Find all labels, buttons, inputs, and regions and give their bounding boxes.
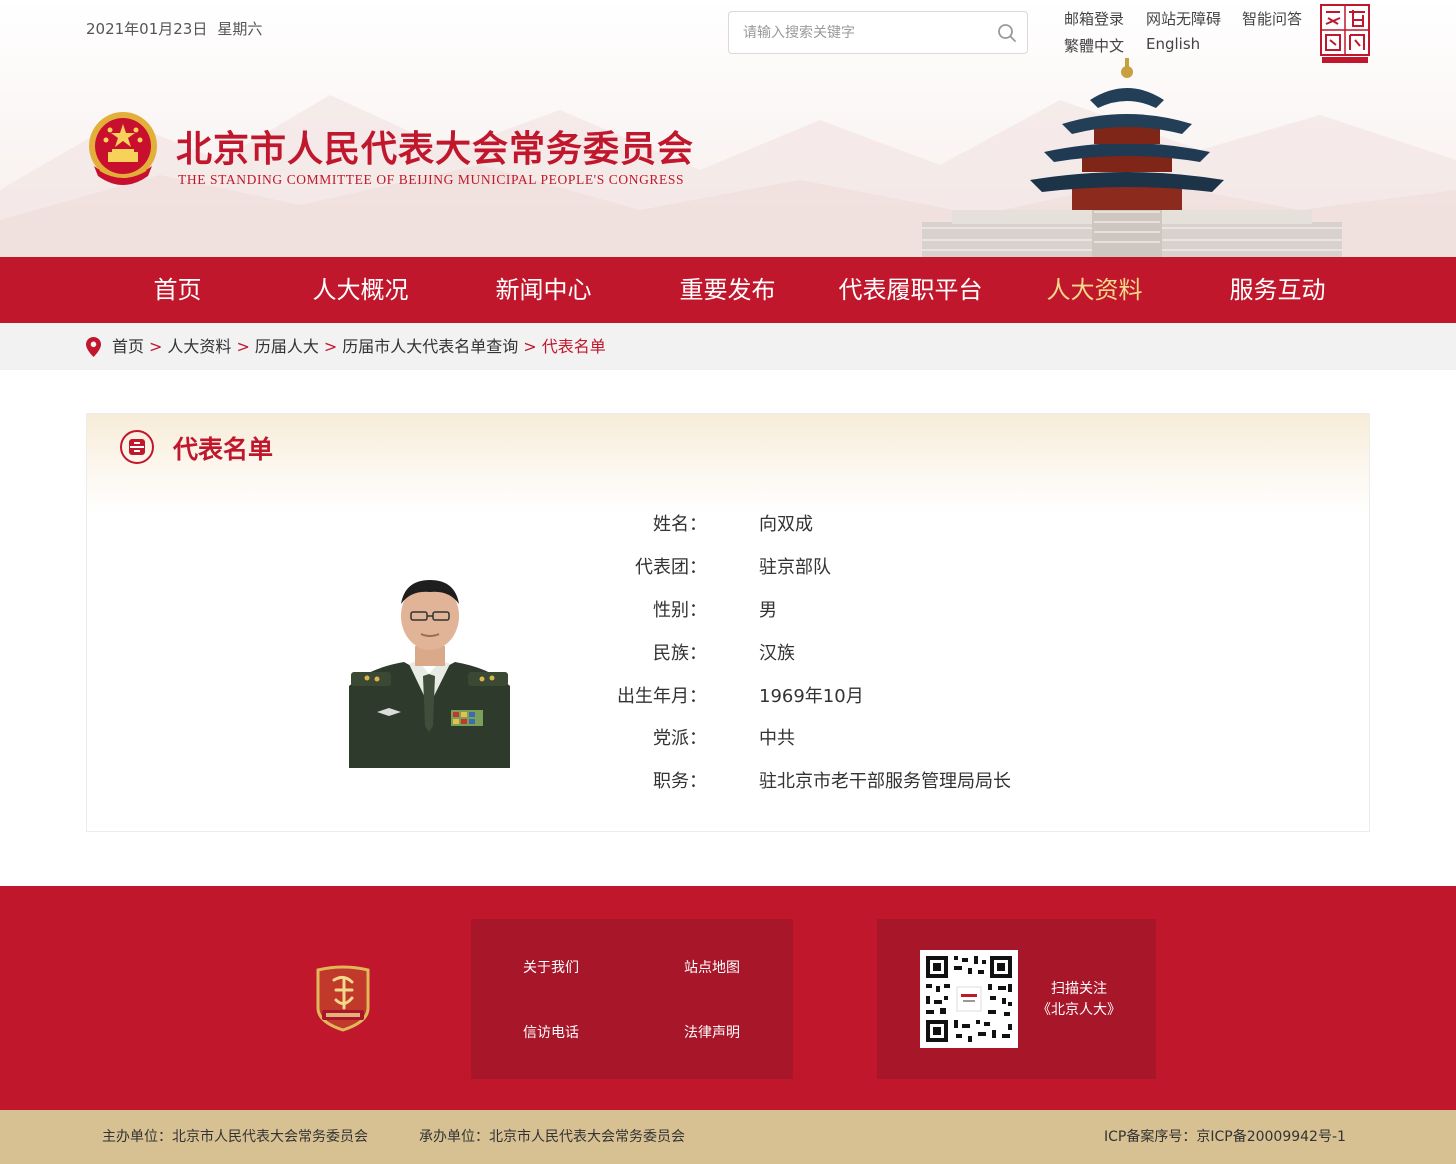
icp-text: ICP备案序号：京ICP备20009942号-1 <box>1104 1129 1346 1145</box>
field-label-delegation: 代表团： <box>635 557 707 578</box>
breadcrumb-deputy-query[interactable]: 历届市人大代表名单查询 <box>342 337 518 356</box>
smart-qa-link[interactable]: 智能问答 <box>1242 8 1302 29</box>
field-value-gender: 男 <box>759 600 777 621</box>
breadcrumb-materials[interactable]: 人大资料 <box>167 337 231 356</box>
sponsor-text: 主办单位：北京市人民代表大会常务委员会 <box>102 1129 368 1145</box>
site-map-link[interactable]: 站点地图 <box>652 957 772 977</box>
accessibility-link[interactable]: 网站无障碍 <box>1146 8 1221 29</box>
site-title: 北京市人民代表大会常务委员会 <box>176 129 695 170</box>
card-header: 代表名单 <box>87 414 1369 514</box>
field-value-birth: 1969年10月 <box>759 686 864 707</box>
nav-item-releases[interactable]: 重要发布 <box>636 257 819 323</box>
nav-item-materials[interactable]: 人大资料 <box>1003 257 1186 323</box>
breadcrumb: 首页 > 人大资料 > 历届人大 > 历届市人大代表名单查询 > 代表名单 <box>0 323 1456 370</box>
field-value-delegation: 驻京部队 <box>759 557 831 578</box>
organizer-text: 承办单位：北京市人民代表大会常务委员会 <box>419 1129 685 1145</box>
qr-code-image <box>920 950 1018 1048</box>
breadcrumb-separator: > <box>236 337 250 356</box>
english-link[interactable]: English <box>1146 35 1200 53</box>
breadcrumb-separator: > <box>149 337 163 356</box>
site-header: 2021年01月23日星期六 邮箱登录 网站无障碍 智能问答 繁體中文 Engl… <box>0 0 1456 257</box>
party-government-logo[interactable] <box>314 964 372 1032</box>
breadcrumb-current: 代表名单 <box>541 337 606 356</box>
deputy-photo <box>349 576 510 768</box>
nav-item-news[interactable]: 新闻中心 <box>452 257 635 323</box>
field-value-ethnicity: 汉族 <box>759 643 795 664</box>
search-icon[interactable] <box>997 23 1017 43</box>
nav-item-overview[interactable]: 人大概况 <box>269 257 452 323</box>
field-value-name: 向双成 <box>759 514 813 535</box>
field-label-position: 职务： <box>653 771 707 792</box>
search-input[interactable] <box>743 12 993 53</box>
search-box <box>728 11 1028 54</box>
breadcrumb-separator: > <box>323 337 338 356</box>
qr-caption-line1: 扫描关注 <box>1051 981 1107 997</box>
deputy-card: 代表名单 姓名： 向双成 代表团： 驻京部队 性别： 男 民族： 汉族 出生年月… <box>86 413 1370 832</box>
field-label-ethnicity: 民族： <box>653 643 707 664</box>
copyright-bar: 主办单位：北京市人民代表大会常务委员会 承办单位：北京市人民代表大会常务委员会 … <box>0 1110 1456 1164</box>
mail-login-link[interactable]: 邮箱登录 <box>1064 8 1124 29</box>
about-us-link[interactable]: 关于我们 <box>491 957 611 977</box>
qr-caption-line2: 《北京人大》 <box>1037 1002 1121 1018</box>
site-subtitle: THE STANDING COMMITTEE OF BEIJING MUNICI… <box>178 172 685 187</box>
qr-caption: 扫描关注 《北京人大》 <box>1027 979 1131 1021</box>
nav-item-deputies[interactable]: 代表履职平台 <box>819 257 1002 323</box>
breadcrumb-past-congresses[interactable]: 历届人大 <box>255 337 319 356</box>
breadcrumb-home[interactable]: 首页 <box>112 337 144 356</box>
field-label-name: 姓名： <box>653 514 707 535</box>
date-text: 2021年01月23日 <box>86 20 208 38</box>
breadcrumb-trail: 首页 > 人大资料 > 历届人大 > 历届市人大代表名单查询 > 代表名单 <box>112 323 606 370</box>
main-nav: 首页 人大概况 新闻中心 重要发布 代表履职平台 人大资料 服务互动 <box>0 257 1456 323</box>
field-value-position: 驻北京市老干部服务管理局局长 <box>759 771 1011 792</box>
field-label-birth: 出生年月： <box>617 686 707 707</box>
field-label-gender: 性别： <box>653 600 707 621</box>
list-card-icon <box>120 430 154 464</box>
current-date: 2021年01月23日 星期六 <box>86 18 262 39</box>
national-emblem-icon <box>89 112 157 185</box>
qr-follow-box: 扫描关注 《北京人大》 <box>877 919 1156 1079</box>
card-title: 代表名单 <box>173 435 274 464</box>
legal-notice-link[interactable]: 法律声明 <box>652 1022 772 1042</box>
field-value-party: 中共 <box>759 728 795 749</box>
temple-of-heaven-image <box>922 58 1342 257</box>
site-footer: 关于我们 站点地图 信访电话 法律声明 扫描关注 《北京人大》 <box>0 886 1456 1110</box>
footer-links: 关于我们 站点地图 信访电话 法律声明 <box>471 919 793 1079</box>
field-label-party: 党派： <box>653 728 707 749</box>
breadcrumb-separator: > <box>523 337 537 356</box>
nav-item-home[interactable]: 首页 <box>86 257 269 323</box>
nav-item-services[interactable]: 服务互动 <box>1186 257 1369 323</box>
petition-phone-link[interactable]: 信访电话 <box>491 1022 611 1042</box>
weekday-text: 星期六 <box>217 20 263 38</box>
location-pin-icon <box>86 337 101 357</box>
